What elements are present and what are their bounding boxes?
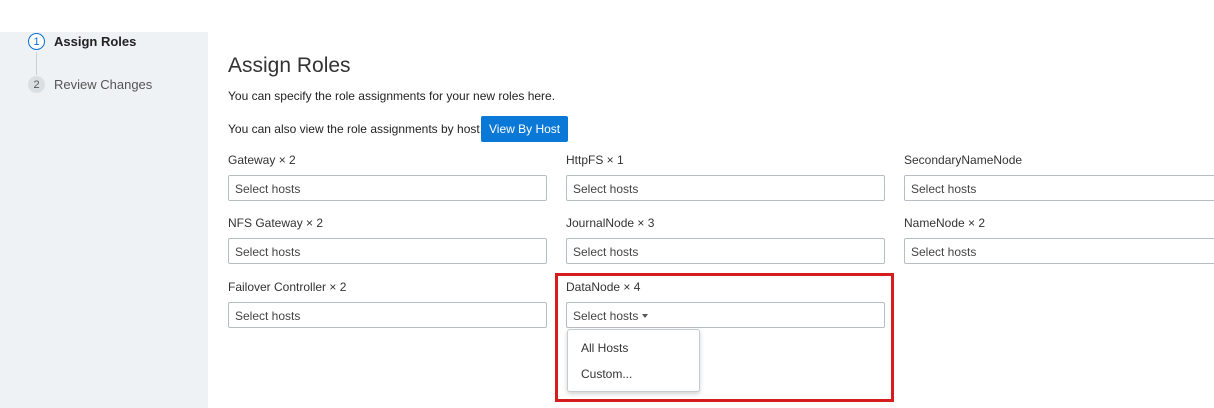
role-secondarynamenode: SecondaryNameNode Select hosts [904, 153, 1214, 201]
role-failover-controller: Failover Controller × 2 Select hosts [228, 280, 548, 328]
role-label: Failover Controller × 2 [228, 280, 347, 294]
select-hosts-input[interactable]: Select hosts [566, 238, 885, 264]
description-roles: You can specify the role assignments for… [228, 89, 556, 103]
select-hosts-input[interactable]: Select hosts [904, 175, 1214, 201]
select-hosts-input[interactable]: Select hosts [566, 175, 885, 201]
select-hosts-input[interactable]: Select hosts [904, 238, 1214, 264]
select-hosts-input[interactable]: Select hosts [228, 302, 547, 328]
wizard-step-assign-roles[interactable]: 1 Assign Roles [28, 33, 136, 50]
select-hosts-input[interactable]: Select hosts [228, 238, 547, 264]
select-hosts-input[interactable]: Select hosts [228, 175, 547, 201]
step-label: Assign Roles [54, 34, 137, 49]
wizard-sidebar: 1 Assign Roles 2 Review Changes [0, 32, 208, 408]
role-namenode: NameNode × 2 Select hosts [904, 216, 1214, 264]
page-title: Assign Roles [228, 54, 351, 77]
role-label: NameNode × 2 [904, 216, 986, 230]
description-by-host: You can also view the role assignments b… [228, 122, 484, 136]
step-connector [36, 52, 37, 75]
role-httpfs: HttpFS × 1 Select hosts [566, 153, 886, 201]
top-band [0, 0, 1214, 32]
role-label: HttpFS × 1 [566, 153, 624, 167]
role-label: NFS Gateway × 2 [228, 216, 324, 230]
role-label: Gateway × 2 [228, 153, 296, 167]
role-label: JournalNode × 3 [566, 216, 655, 230]
step-number: 1 [28, 33, 45, 50]
step-number: 2 [28, 76, 45, 93]
role-nfs-gateway: NFS Gateway × 2 Select hosts [228, 216, 548, 264]
step-label: Review Changes [54, 77, 153, 92]
role-gateway: Gateway × 2 Select hosts [228, 153, 548, 201]
role-journalnode: JournalNode × 3 Select hosts [566, 216, 886, 264]
view-by-host-button[interactable]: View By Host [481, 116, 569, 142]
highlight-box [555, 273, 894, 402]
wizard-step-review-changes[interactable]: 2 Review Changes [28, 76, 152, 93]
role-label: SecondaryNameNode [904, 153, 1023, 167]
